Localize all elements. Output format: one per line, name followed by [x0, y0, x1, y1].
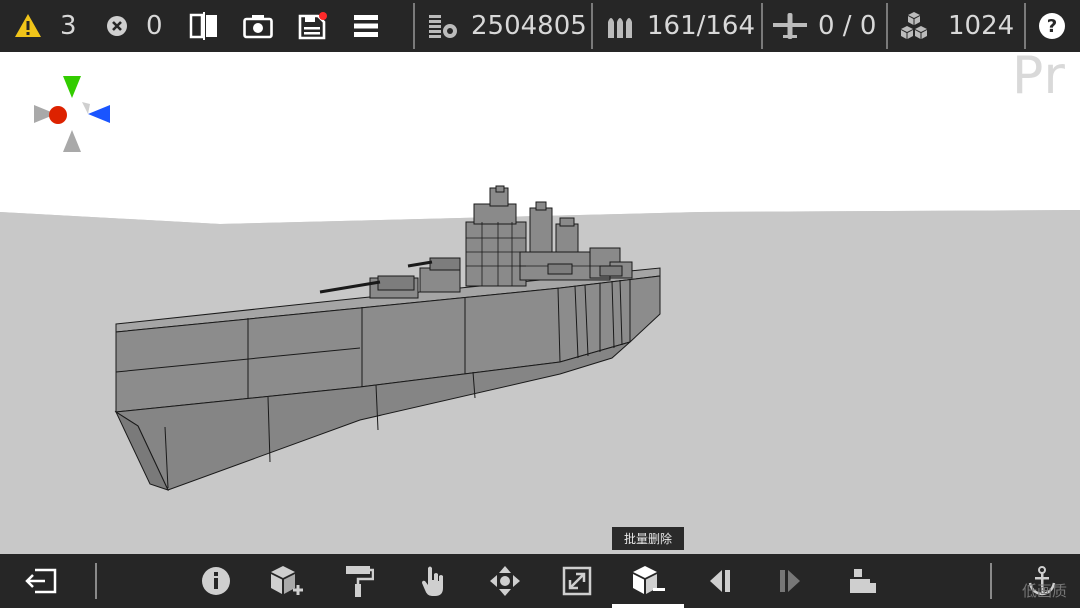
- camera-mount-icon: [848, 567, 878, 595]
- low-quality-label[interactable]: 低画质: [1022, 580, 1067, 601]
- cost-value: 2504805: [471, 11, 587, 41]
- save-button[interactable]: [298, 0, 328, 52]
- add-block-button[interactable]: [266, 554, 308, 608]
- select-tool-button[interactable]: [412, 554, 454, 608]
- help-label: ?: [1046, 15, 1058, 37]
- move-button[interactable]: [484, 554, 526, 608]
- mirror-icon: [189, 12, 219, 40]
- paint-roller-icon: [344, 564, 374, 598]
- toolbar-divider: [95, 563, 97, 599]
- error-counter[interactable]: 0: [106, 0, 163, 52]
- active-tool-indicator: [612, 604, 684, 608]
- step-forward-icon: [778, 568, 802, 594]
- ammo-value: 161/164: [647, 11, 756, 41]
- paint-button[interactable]: [338, 554, 380, 608]
- tooltip-batch-delete: 批量删除: [612, 527, 684, 550]
- exit-button[interactable]: [18, 554, 64, 608]
- move-icon: [489, 565, 521, 597]
- ammo-display: 161/164: [605, 0, 755, 52]
- error-icon: [106, 15, 128, 37]
- cost-display: 2504805: [427, 0, 587, 52]
- aircraft-display: 0 / 0: [772, 0, 876, 52]
- camera-mount-button[interactable]: [842, 554, 884, 608]
- blocks-icon: [898, 11, 930, 41]
- hand-icon: [419, 564, 447, 598]
- save-icon: [298, 12, 328, 40]
- step-back-button[interactable]: [700, 554, 740, 608]
- toolbar-divider: [886, 3, 888, 49]
- blocks-display: 1024: [898, 0, 1014, 52]
- menu-icon: [353, 14, 379, 38]
- ammo-icon: [605, 12, 635, 40]
- batch-delete-icon: [629, 564, 667, 598]
- toolbar-divider: [990, 563, 992, 599]
- help-button[interactable]: ?: [1039, 0, 1065, 52]
- build-viewport[interactable]: Pr: [0, 52, 1080, 554]
- scale-button[interactable]: [556, 554, 598, 608]
- step-forward-button[interactable]: [770, 554, 810, 608]
- warning-counter[interactable]: 3: [14, 0, 77, 52]
- toolbar-divider: [1024, 3, 1026, 49]
- scale-icon: [562, 566, 592, 596]
- aircraft-icon: [772, 11, 808, 41]
- help-icon: ?: [1039, 13, 1065, 39]
- cost-icon: [427, 11, 459, 41]
- camera-icon: [243, 13, 273, 39]
- menu-button[interactable]: [353, 0, 379, 52]
- blocks-value: 1024: [948, 11, 1015, 41]
- toolbar-divider: [413, 3, 415, 49]
- toolbar-divider: [591, 3, 593, 49]
- top-toolbar: 3 0 2504805 161/164 0 / 0 1024 ?: [0, 0, 1080, 52]
- aircraft-value: 0 / 0: [818, 11, 877, 41]
- warning-icon: [14, 13, 42, 39]
- batch-delete-button[interactable]: [612, 554, 684, 608]
- error-count: 0: [146, 11, 163, 41]
- step-back-icon: [708, 568, 732, 594]
- battleship-model[interactable]: [0, 52, 1080, 554]
- mirror-button[interactable]: [189, 0, 219, 52]
- info-button[interactable]: [196, 554, 236, 608]
- toolbar-divider: [761, 3, 763, 49]
- info-icon: [201, 566, 231, 596]
- bottom-toolbar: 低画质: [0, 554, 1080, 608]
- screenshot-button[interactable]: [243, 0, 273, 52]
- exit-icon: [25, 568, 57, 594]
- warning-count: 3: [60, 11, 77, 41]
- add-block-icon: [269, 564, 305, 598]
